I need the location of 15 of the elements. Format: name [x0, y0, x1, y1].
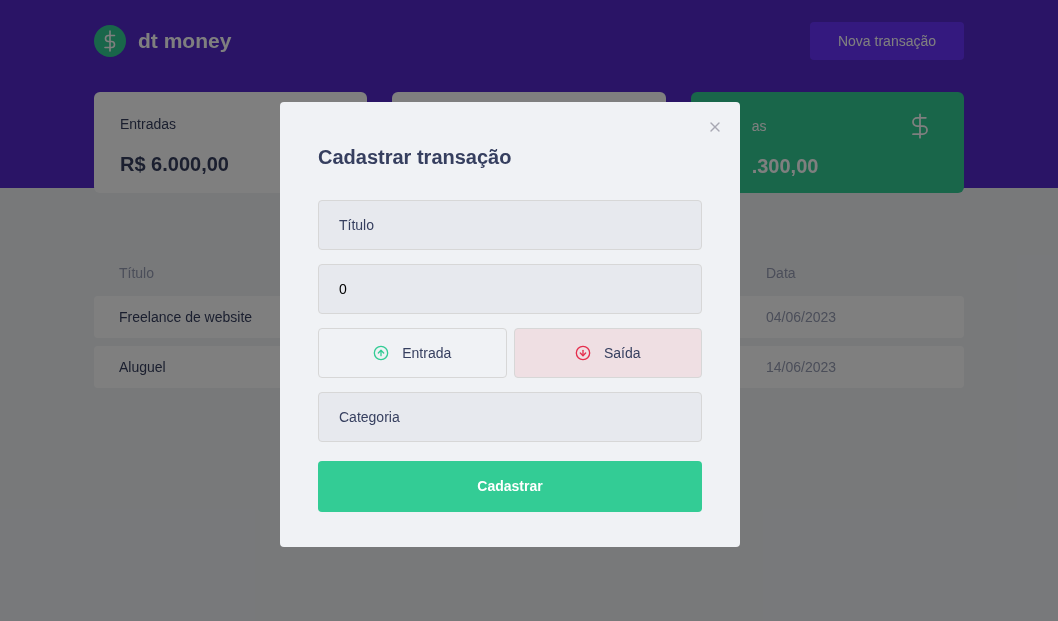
modal-title: Cadastrar transação	[318, 145, 513, 170]
arrow-up-icon	[373, 345, 390, 361]
type-option[interactable]: Saída	[513, 328, 702, 378]
table-cell-text: Aluguel	[119, 357, 167, 377]
card-label: Entradas	[120, 115, 178, 134]
logo-icon	[94, 25, 126, 57]
category-input[interactable]: Categoria	[318, 392, 702, 442]
arrow-down-icon	[574, 345, 591, 361]
type-option[interactable]: Entrada	[318, 328, 507, 378]
logo-text: dt money	[138, 28, 232, 55]
amount-input[interactable]: 0	[318, 264, 702, 314]
card-label: as	[751, 117, 768, 136]
card-amount: .300,00	[751, 154, 819, 179]
table-cell-text: Freelance de website	[119, 307, 254, 327]
title-input[interactable]: Título	[318, 200, 702, 250]
